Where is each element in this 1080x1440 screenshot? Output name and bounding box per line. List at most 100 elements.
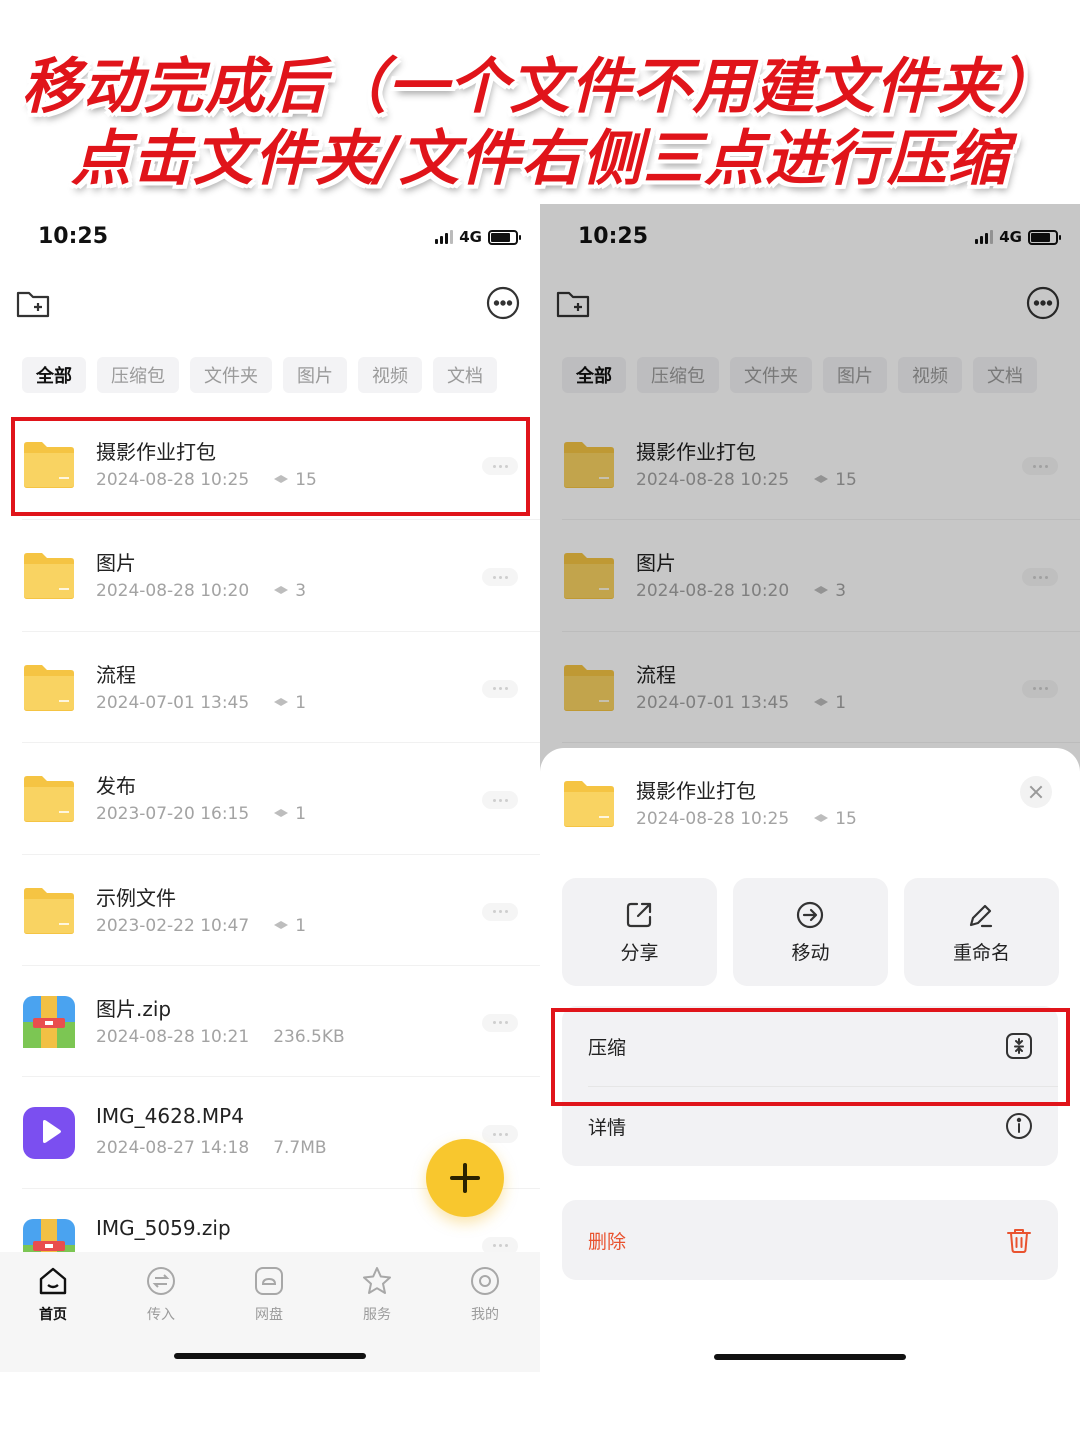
file-name: 发布: [96, 774, 136, 799]
instruction-banner: 移动完成后（一个文件不用建文件夹） 点击文件夹/文件右侧三点进行压缩: [0, 0, 1080, 200]
filter-chip-images[interactable]: 图片: [283, 357, 347, 393]
file-size: 236.5KB: [273, 1026, 345, 1047]
home-icon: [39, 1267, 67, 1295]
share-button[interactable]: 分享: [562, 878, 717, 986]
filter-chip-videos[interactable]: 视频: [358, 357, 422, 393]
item-count: 1: [295, 692, 307, 713]
file-date: 2023-02-22 10:47: [96, 915, 250, 936]
file-date: 2024-08-28 10:25: [636, 809, 790, 829]
file-date: 2024-08-28 10:21: [96, 1026, 250, 1047]
layers-icon: [274, 697, 289, 706]
highlight-annotation: [551, 1008, 1070, 1106]
row-more-button[interactable]: [482, 791, 518, 810]
file-name: 示例文件: [96, 885, 176, 910]
tab-label: 我的: [471, 1307, 499, 1323]
tab-profile[interactable]: 我的: [440, 1264, 530, 1324]
filter-tabs: 全部 压缩包 文件夹 图片 视频 文档: [22, 357, 497, 393]
highlight-annotation: [11, 417, 530, 516]
tab-label: 网盘: [255, 1307, 283, 1323]
rename-button[interactable]: 重命名: [904, 878, 1059, 986]
row-more-button[interactable]: [482, 568, 518, 587]
pencil-icon: [969, 904, 993, 928]
delete-label: 删除: [588, 1231, 627, 1253]
row-more-button[interactable]: [482, 1125, 518, 1144]
list-item[interactable]: 流程 2024-07-01 13:45 1: [0, 632, 540, 744]
file-name: 图片.zip: [96, 996, 172, 1021]
move-icon: [796, 901, 824, 929]
phone-screen-action-sheet: 10:25 4G 全部 压缩包 文件夹 图片 视频 文档 摄影作业打包 2024…: [540, 204, 1080, 1372]
item-count: 1: [295, 915, 307, 936]
row-more-button[interactable]: [482, 679, 518, 698]
list-item[interactable]: 图片 2024-08-28 10:20 3: [0, 520, 540, 633]
tab-transfer[interactable]: 传入: [116, 1264, 206, 1324]
tab-cloud-drive[interactable]: 网盘: [224, 1264, 314, 1324]
network-label: 4G: [459, 228, 482, 246]
share-icon: [626, 902, 652, 928]
add-button[interactable]: [426, 1139, 504, 1217]
list-item[interactable]: 示例文件 2023-02-22 10:47 1: [0, 855, 540, 967]
close-icon[interactable]: [1020, 776, 1052, 808]
file-name: 摄影作业打包: [636, 779, 756, 803]
delete-menu-item[interactable]: 删除: [562, 1200, 1058, 1280]
filter-chip-folders[interactable]: 文件夹: [190, 357, 272, 393]
folder-icon: [564, 781, 614, 827]
folder-icon: [24, 776, 74, 823]
filter-chip-documents[interactable]: 文档: [433, 357, 497, 393]
top-toolbar: [0, 278, 540, 328]
filter-chip-archives[interactable]: 压缩包: [97, 357, 179, 393]
profile-icon: [471, 1267, 499, 1295]
layers-icon: [274, 809, 289, 818]
list-item[interactable]: 图片.zip 2024-08-28 10:21 236.5KB: [0, 966, 540, 1078]
tab-home[interactable]: 首页: [8, 1264, 98, 1324]
signal-icon: [435, 230, 454, 244]
battery-icon: [488, 229, 521, 245]
layers-icon: [274, 586, 289, 595]
home-indicator: [174, 1353, 366, 1359]
item-count: 1: [295, 804, 307, 825]
quick-actions: 分享 移动 重命名: [562, 878, 1059, 986]
tab-services[interactable]: 服务: [332, 1264, 422, 1324]
item-count: 3: [295, 581, 307, 602]
home-indicator: [714, 1354, 906, 1360]
filter-chip-all[interactable]: 全部: [22, 357, 86, 393]
folder-icon: [24, 664, 74, 711]
zip-archive-icon: [23, 995, 75, 1048]
sheet-file-info: 摄影作业打包 2024-08-28 10:25 15: [540, 748, 1080, 858]
item-count: 15: [835, 809, 857, 829]
transfer-icon: [147, 1267, 175, 1295]
layers-icon: [274, 920, 289, 929]
phone-screen-file-list: 10:25 4G 全部 压缩包 文件夹 图片 视频 文档 摄影作业打包 2024…: [0, 204, 540, 1372]
star-icon: [363, 1267, 391, 1294]
tab-label: 首页: [39, 1307, 67, 1323]
row-more-button[interactable]: [482, 1013, 518, 1032]
file-date: 2023-07-20 16:15: [96, 804, 250, 825]
folder-icon: [24, 887, 74, 934]
list-item[interactable]: 发布 2023-07-20 16:15 1: [0, 743, 540, 855]
rename-label: 重命名: [952, 942, 1010, 964]
cloud-drive-icon: [255, 1267, 283, 1295]
folder-icon: [24, 553, 74, 600]
file-name: 图片: [96, 551, 136, 576]
trash-icon: [1007, 1229, 1031, 1253]
row-more-button[interactable]: [482, 902, 518, 921]
move-button[interactable]: 移动: [733, 878, 888, 986]
file-date: 2024-08-27 14:18: [96, 1138, 250, 1159]
info-icon: [1006, 1113, 1032, 1139]
video-file-icon: [23, 1107, 75, 1160]
layers-icon: [814, 814, 829, 822]
move-label: 移动: [791, 942, 830, 964]
status-time: 10:25: [38, 224, 109, 249]
tab-label: 传入: [147, 1307, 175, 1323]
share-label: 分享: [620, 942, 659, 964]
file-name: IMG_4628.MP4: [96, 1104, 244, 1129]
file-name: 流程: [96, 662, 136, 687]
more-options-icon[interactable]: [484, 284, 522, 322]
file-date: 2024-07-01 13:45: [96, 692, 250, 713]
new-folder-icon[interactable]: [14, 284, 52, 322]
file-name: IMG_5059.zip: [96, 1215, 231, 1240]
details-label: 详情: [588, 1117, 627, 1139]
file-date: 2024-08-28 10:20: [96, 581, 250, 602]
status-bar: 10:25 4G: [0, 204, 540, 270]
banner-line-2: 点击文件夹/文件右侧三点进行压缩: [71, 124, 1009, 194]
tab-label: 服务: [363, 1307, 391, 1323]
